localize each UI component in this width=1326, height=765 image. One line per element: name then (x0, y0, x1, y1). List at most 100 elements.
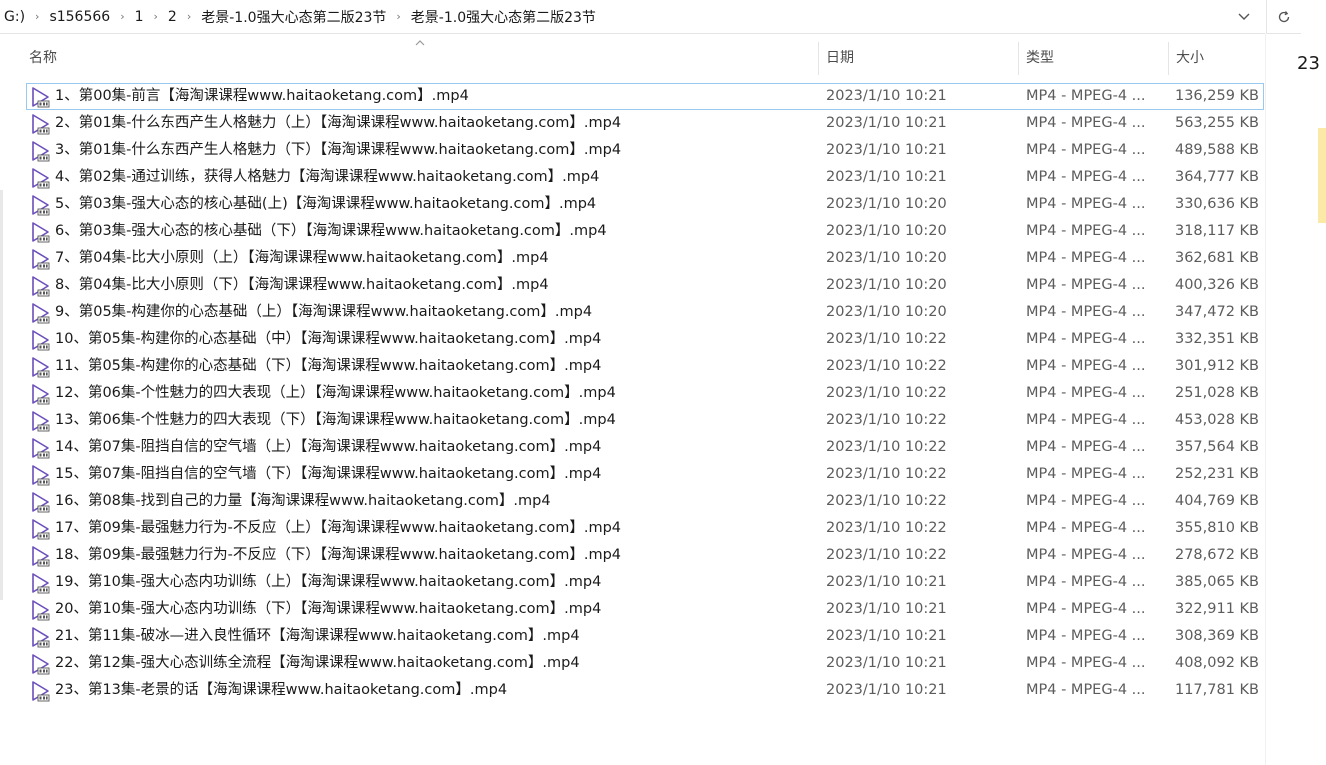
file-size: 308,369 KB (1174, 628, 1259, 644)
video-file-icon (29, 329, 51, 351)
chevron-right-icon[interactable]: › (181, 10, 197, 23)
file-date: 2023/1/10 10:20 (826, 196, 947, 212)
column-header-row: 名称 日期 类型 大小 (22, 42, 1265, 75)
preview-pane (1265, 34, 1326, 765)
file-date: 2023/1/10 10:21 (826, 574, 947, 590)
chevron-right-icon[interactable]: › (148, 10, 164, 23)
video-file-icon (29, 464, 51, 486)
video-file-icon (29, 167, 51, 189)
refresh-button[interactable] (1266, 0, 1301, 34)
file-row[interactable]: 15、第07集-阻挡自信的空气墙（下）【海淘课课程www.haitaoketan… (26, 461, 1264, 488)
file-row[interactable]: 2、第01集-什么东西产生人格魅力（上）【海淘课课程www.haitaoketa… (26, 110, 1264, 137)
file-row[interactable]: 16、第08集-找到自己的力量【海淘课课程www.haitaoketang.co… (26, 488, 1264, 515)
file-size: 357,564 KB (1174, 439, 1259, 455)
file-row[interactable]: 3、第01集-什么东西产生人格魅力（下）【海淘课课程www.haitaoketa… (26, 137, 1264, 164)
video-file-icon (29, 86, 51, 108)
file-row[interactable]: 9、第05集-构建你的心态基础（上）【海淘课课程www.haitaoketang… (26, 299, 1264, 326)
video-file-icon (29, 680, 51, 702)
file-row[interactable]: 4、第02集-通过训练，获得人格魅力【海淘课课程www.haitaoketang… (26, 164, 1264, 191)
file-name: 5、第03集-强大心态的核心基础(上)【海淘课课程www.haitaoketan… (55, 196, 597, 212)
file-date: 2023/1/10 10:21 (826, 655, 947, 671)
file-row[interactable]: 8、第04集-比大小原则（下）【海淘课课程www.haitaoketang.co… (26, 272, 1264, 299)
breadcrumb-item[interactable]: 老景-1.0强大心态第二版23节 (407, 7, 600, 27)
file-type: MP4 - MPEG-4 ... (1026, 682, 1146, 698)
file-name: 1、第00集-前言【海淘课课程www.haitaoketang.com】.mp4 (55, 88, 469, 104)
video-file-icon (29, 491, 51, 513)
video-file-icon (29, 113, 51, 135)
video-file-icon (29, 221, 51, 243)
file-size: 301,912 KB (1174, 358, 1259, 374)
file-name: 8、第04集-比大小原则（下）【海淘课课程www.haitaoketang.co… (55, 277, 549, 293)
file-size: 453,028 KB (1174, 412, 1259, 428)
file-date: 2023/1/10 10:20 (826, 250, 947, 266)
file-row[interactable]: 6、第03集-强大心态的核心基础（下）【海淘课课程www.haitaoketan… (26, 218, 1264, 245)
column-header-date[interactable]: 日期 (818, 42, 1018, 75)
video-file-icon (29, 518, 51, 540)
file-size: 278,672 KB (1174, 547, 1259, 563)
file-row[interactable]: 12、第06集-个性魅力的四大表现（上）【海淘课课程www.haitaoketa… (26, 380, 1264, 407)
file-date: 2023/1/10 10:20 (826, 223, 947, 239)
file-name: 18、第09集-最强魅力行为-不反应（下）【海淘课课程www.haitaoket… (55, 547, 622, 563)
file-size: 117,781 KB (1174, 682, 1259, 698)
chevron-down-icon[interactable] (1236, 8, 1252, 24)
file-type: MP4 - MPEG-4 ... (1026, 331, 1146, 347)
file-name: 22、第12集-强大心态训练全流程【海淘课课程www.haitaoketang.… (55, 655, 580, 671)
breadcrumb-item[interactable]: 老景-1.0强大心态第二版23节 (197, 7, 390, 27)
preview-pane-number: 23 (1297, 53, 1320, 74)
file-date: 2023/1/10 10:22 (826, 412, 947, 428)
file-row[interactable]: 11、第05集-构建你的心态基础（下）【海淘课课程www.haitaoketan… (26, 353, 1264, 380)
file-size: 385,065 KB (1174, 574, 1259, 590)
file-row[interactable]: 20、第10集-强大心态内功训练（下）【海淘课课程www.haitaoketan… (26, 596, 1264, 623)
file-row[interactable]: 22、第12集-强大心态训练全流程【海淘课课程www.haitaoketang.… (26, 650, 1264, 677)
file-date: 2023/1/10 10:22 (826, 466, 947, 482)
video-file-icon (29, 383, 51, 405)
file-type: MP4 - MPEG-4 ... (1026, 169, 1146, 185)
file-size: 355,810 KB (1174, 520, 1259, 536)
file-name: 13、第06集-个性魅力的四大表现（下）【海淘课课程www.haitaoketa… (55, 412, 616, 428)
file-size: 251,028 KB (1174, 385, 1259, 401)
chevron-right-icon[interactable]: › (390, 10, 406, 23)
file-type: MP4 - MPEG-4 ... (1026, 385, 1146, 401)
file-row[interactable]: 13、第06集-个性魅力的四大表现（下）【海淘课课程www.haitaoketa… (26, 407, 1264, 434)
file-row[interactable]: 19、第10集-强大心态内功训练（上）【海淘课课程www.haitaoketan… (26, 569, 1264, 596)
address-bar[interactable]: G:) › s156566 › 1 › 2 › 老景-1.0强大心态第二版23节 › 老景-1.0强… (0, 0, 1265, 34)
file-type: MP4 - MPEG-4 ... (1026, 574, 1146, 590)
video-file-icon (29, 194, 51, 216)
file-type: MP4 - MPEG-4 ... (1026, 439, 1146, 455)
file-type: MP4 - MPEG-4 ... (1026, 358, 1146, 374)
file-row[interactable]: 21、第11集-破冰—进入良性循环【海淘课课程www.haitaoketang.… (26, 623, 1264, 650)
file-row[interactable]: 5、第03集-强大心态的核心基础(上)【海淘课课程www.haitaoketan… (26, 191, 1264, 218)
column-header-type[interactable]: 类型 (1018, 42, 1168, 75)
file-name: 15、第07集-阻挡自信的空气墙（下）【海淘课课程www.haitaoketan… (55, 466, 602, 482)
video-file-icon (29, 572, 51, 594)
file-size: 404,769 KB (1174, 493, 1259, 509)
breadcrumb-item[interactable]: 1 (131, 9, 148, 25)
file-row[interactable]: 23、第13集-老景的话【海淘课课程www.haitaoketang.com】.… (26, 677, 1264, 704)
file-type: MP4 - MPEG-4 ... (1026, 304, 1146, 320)
file-name: 2、第01集-什么东西产生人格魅力（上）【海淘课课程www.haitaoketa… (55, 115, 622, 131)
file-type: MP4 - MPEG-4 ... (1026, 250, 1146, 266)
file-date: 2023/1/10 10:21 (826, 169, 947, 185)
refresh-icon (1278, 10, 1290, 22)
file-size: 332,351 KB (1174, 331, 1259, 347)
file-row[interactable]: 10、第05集-构建你的心态基础（中）【海淘课课程www.haitaoketan… (26, 326, 1264, 353)
file-date: 2023/1/10 10:21 (826, 601, 947, 617)
breadcrumb-item[interactable]: 2 (164, 9, 181, 25)
file-row[interactable]: 18、第09集-最强魅力行为-不反应（下）【海淘课课程www.haitaoket… (26, 542, 1264, 569)
file-row[interactable]: 17、第09集-最强魅力行为-不反应（上）【海淘课课程www.haitaoket… (26, 515, 1264, 542)
breadcrumb-item[interactable]: G:) (0, 9, 29, 25)
video-file-icon (29, 653, 51, 675)
column-header-size[interactable]: 大小 (1168, 42, 1265, 75)
file-size: 322,911 KB (1174, 601, 1259, 617)
file-size: 136,259 KB (1174, 88, 1259, 104)
file-date: 2023/1/10 10:22 (826, 439, 947, 455)
file-row[interactable]: 14、第07集-阻挡自信的空气墙（上）【海淘课课程www.haitaoketan… (26, 434, 1264, 461)
file-row[interactable]: 7、第04集-比大小原则（上）【海淘课课程www.haitaoketang.co… (26, 245, 1264, 272)
navigation-pane-scrollbar[interactable] (0, 190, 3, 600)
file-row[interactable]: 1、第00集-前言【海淘课课程www.haitaoketang.com】.mp4… (26, 83, 1264, 110)
file-size: 408,092 KB (1174, 655, 1259, 671)
chevron-right-icon[interactable]: › (29, 10, 45, 23)
chevron-right-icon[interactable]: › (114, 10, 130, 23)
breadcrumb-item[interactable]: s156566 (45, 9, 114, 25)
column-header-name[interactable]: 名称 (22, 42, 818, 75)
